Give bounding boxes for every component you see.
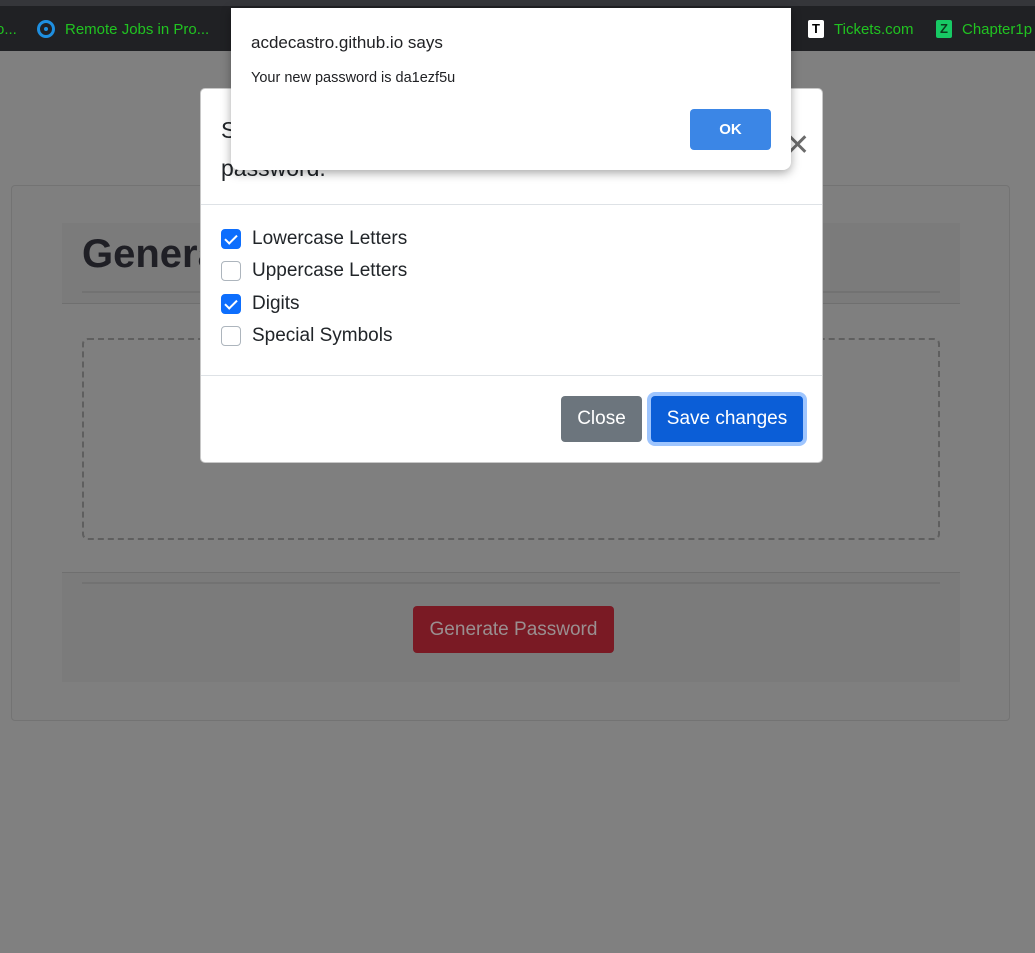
option-lowercase[interactable]: Lowercase Letters xyxy=(221,228,407,250)
bookmark-item[interactable]: Z Chapter1p xyxy=(936,18,1032,40)
z-logo-icon: Z xyxy=(936,20,952,38)
close-button[interactable]: Close xyxy=(561,396,642,442)
bookmark-item[interactable]: o... xyxy=(0,18,17,40)
t-logo-icon: T xyxy=(808,20,824,38)
uppercase-checkbox[interactable] xyxy=(221,261,241,281)
option-label: Lowercase Letters xyxy=(252,228,408,249)
bookmark-item[interactable]: Remote Jobs in Pro... xyxy=(37,18,209,40)
divider xyxy=(82,582,940,584)
option-digits[interactable]: Digits xyxy=(221,293,300,315)
bookmark-label: Chapter1p xyxy=(962,20,1033,38)
option-special-symbols[interactable]: Special Symbols xyxy=(221,325,392,347)
option-uppercase[interactable]: Uppercase Letters xyxy=(221,260,407,282)
bookmark-label: Remote Jobs in Pro... xyxy=(65,20,210,38)
browser-alert-dialog: acdecastro.github.io says Your new passw… xyxy=(231,8,791,170)
bookmark-label: o... xyxy=(0,20,17,38)
generate-password-button[interactable]: Generate Password xyxy=(413,606,614,653)
digits-checkbox[interactable] xyxy=(221,294,241,314)
bookmark-item[interactable]: T Tickets.com xyxy=(808,18,913,40)
save-changes-button[interactable]: Save changes xyxy=(651,396,803,442)
divider xyxy=(201,204,822,205)
alert-message: Your new password is da1ezf5u xyxy=(251,70,456,86)
bookmark-label: Tickets.com xyxy=(834,20,914,38)
option-label: Digits xyxy=(252,293,300,314)
option-label: Special Symbols xyxy=(252,325,393,346)
divider xyxy=(201,375,822,376)
option-label: Uppercase Letters xyxy=(252,260,408,281)
special-symbols-checkbox[interactable] xyxy=(221,326,241,346)
alert-title: acdecastro.github.io says xyxy=(251,33,443,52)
ok-button[interactable]: OK xyxy=(690,109,771,150)
lowercase-checkbox[interactable] xyxy=(221,229,241,249)
podcast-icon xyxy=(37,20,55,38)
